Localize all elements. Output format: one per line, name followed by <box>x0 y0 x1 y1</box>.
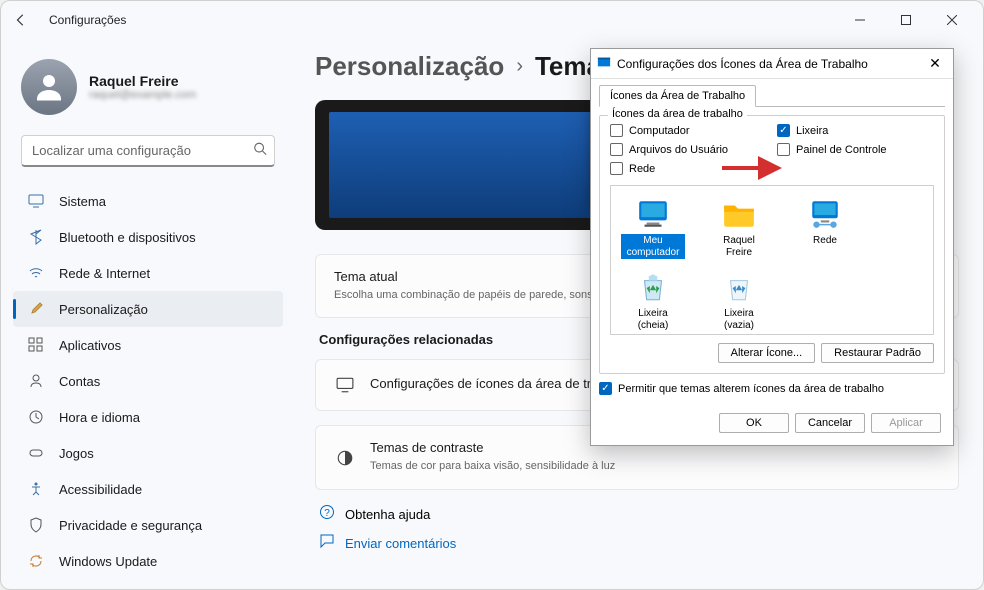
network-icon <box>807 196 843 232</box>
icon-lixeira-vazia[interactable]: Lixeira (vazia) <box>707 269 771 332</box>
nav-label: Jogos <box>59 446 94 461</box>
accessibility-icon <box>27 480 45 498</box>
nav-personalizacao[interactable]: Personalização <box>13 291 283 327</box>
restore-default-button[interactable]: Restaurar Padrão <box>821 343 934 363</box>
desktop-icon-settings-dialog: Configurações dos Ícones da Área de Trab… <box>590 48 954 446</box>
nav-label: Aplicativos <box>59 338 121 353</box>
search-box <box>21 135 275 167</box>
update-icon <box>27 552 45 570</box>
nav-aplicativos[interactable]: Aplicativos <box>13 327 283 363</box>
nav-label: Acessibilidade <box>59 482 142 497</box>
time-icon <box>27 408 45 426</box>
sidebar: Raquel Freire raquel@example.com Sistema… <box>1 39 291 589</box>
groupbox-label: Ícones da área de trabalho <box>608 108 747 120</box>
contrast-icon <box>334 447 356 469</box>
nav-acessibilidade[interactable]: Acessibilidade <box>13 471 283 507</box>
computer-icon <box>635 196 671 232</box>
nav-list: Sistema Bluetooth e dispositivos Rede & … <box>13 183 283 579</box>
icon-label: Raquel Freire <box>707 234 771 259</box>
feedback-link[interactable]: Enviar comentários <box>345 536 456 551</box>
games-icon <box>27 444 45 462</box>
profile-block[interactable]: Raquel Freire raquel@example.com <box>13 51 283 131</box>
card-title: Temas de contraste <box>370 440 615 455</box>
search-icon <box>253 142 267 161</box>
nav-privacidade[interactable]: Privacidade e segurança <box>13 507 283 543</box>
nav-label: Hora e idioma <box>59 410 140 425</box>
icon-label: Meu computador <box>621 234 685 259</box>
help-icon: ? <box>319 504 335 525</box>
search-input[interactable] <box>21 135 275 167</box>
feedback-icon <box>319 533 335 554</box>
user-folder-icon <box>721 196 757 232</box>
brush-icon <box>27 300 45 318</box>
window-title: Configurações <box>49 13 126 27</box>
nav-bluetooth[interactable]: Bluetooth e dispositivos <box>13 219 283 255</box>
nav-sistema[interactable]: Sistema <box>13 183 283 219</box>
dialog-close-button[interactable]: ✕ <box>923 52 947 76</box>
privacy-icon <box>27 516 45 534</box>
recycle-full-icon <box>635 269 671 305</box>
avatar <box>21 59 77 115</box>
dialog-titlebar: Configurações dos Ícones da Área de Trab… <box>591 49 953 79</box>
apply-button[interactable]: Aplicar <box>871 413 941 433</box>
nav-label: Windows Update <box>59 554 157 569</box>
tab-strip: Ícones da Área de Trabalho <box>599 85 945 107</box>
nav-label: Rede & Internet <box>59 266 150 281</box>
svg-text:?: ? <box>324 508 330 519</box>
minimize-button[interactable] <box>837 4 883 36</box>
nav-update[interactable]: Windows Update <box>13 543 283 579</box>
icon-label: Lixeira (vazia) <box>707 307 771 332</box>
nav-label: Bluetooth e dispositivos <box>59 230 196 245</box>
icons-groupbox: Ícones da área de trabalho Computador Li… <box>599 115 945 374</box>
accounts-icon <box>27 372 45 390</box>
help-title: Obtenha ajuda <box>345 507 430 522</box>
nav-hora[interactable]: Hora e idioma <box>13 399 283 435</box>
profile-email: raquel@example.com <box>89 89 196 101</box>
card-subtitle: Temas de cor para baixa visão, sensibili… <box>370 459 615 474</box>
system-icon <box>27 192 45 210</box>
breadcrumb-parent[interactable]: Personalização <box>315 51 504 82</box>
check-arquivos[interactable]: Arquivos do Usuário <box>610 143 767 156</box>
maximize-button[interactable] <box>883 4 929 36</box>
bluetooth-icon <box>27 228 45 246</box>
dialog-footer: OK Cancelar Aplicar <box>591 403 953 445</box>
icon-lixeira-cheia[interactable]: Lixeira (cheia) <box>621 269 685 332</box>
icon-label: Lixeira (cheia) <box>621 307 685 332</box>
titlebar: Configurações <box>1 1 983 39</box>
icon-rede[interactable]: Rede <box>793 196 857 259</box>
window-controls <box>837 4 975 36</box>
dialog-title: Configurações dos Ícones da Área de Trab… <box>617 57 868 71</box>
nav-label: Privacidade e segurança <box>59 518 202 533</box>
nav-jogos[interactable]: Jogos <box>13 435 283 471</box>
ok-button[interactable]: OK <box>719 413 789 433</box>
recycle-empty-icon <box>721 269 757 305</box>
chevron-right-icon: › <box>516 55 523 78</box>
nav-label: Contas <box>59 374 100 389</box>
nav-contas[interactable]: Contas <box>13 363 283 399</box>
monitor-icon <box>334 374 356 396</box>
icon-raquel-freire[interactable]: Raquel Freire <box>707 196 771 259</box>
check-rede[interactable]: Rede <box>610 162 767 175</box>
check-painel[interactable]: Painel de Controle <box>777 143 934 156</box>
dialog-icon <box>597 55 611 72</box>
apps-icon <box>27 336 45 354</box>
nav-label: Sistema <box>59 194 106 209</box>
tab-icons[interactable]: Ícones da Área de Trabalho <box>599 85 756 107</box>
profile-name: Raquel Freire <box>89 73 196 89</box>
wifi-icon <box>27 264 45 282</box>
icon-preview-well: Meu computador Raquel Freire Rede Lixeir… <box>610 185 934 335</box>
cancel-button[interactable]: Cancelar <box>795 413 865 433</box>
check-lixeira[interactable]: Lixeira <box>777 124 934 137</box>
allow-themes-checkbox[interactable]: Permitir que temas alterem ícones da áre… <box>599 382 945 395</box>
change-icon-button[interactable]: Alterar Ícone... <box>718 343 816 363</box>
icon-meu-computador[interactable]: Meu computador <box>621 196 685 259</box>
nav-label: Personalização <box>59 302 148 317</box>
check-computador[interactable]: Computador <box>610 124 767 137</box>
close-button[interactable] <box>929 4 975 36</box>
back-button[interactable] <box>9 8 33 32</box>
nav-rede[interactable]: Rede & Internet <box>13 255 283 291</box>
icon-label: Rede <box>811 234 839 248</box>
